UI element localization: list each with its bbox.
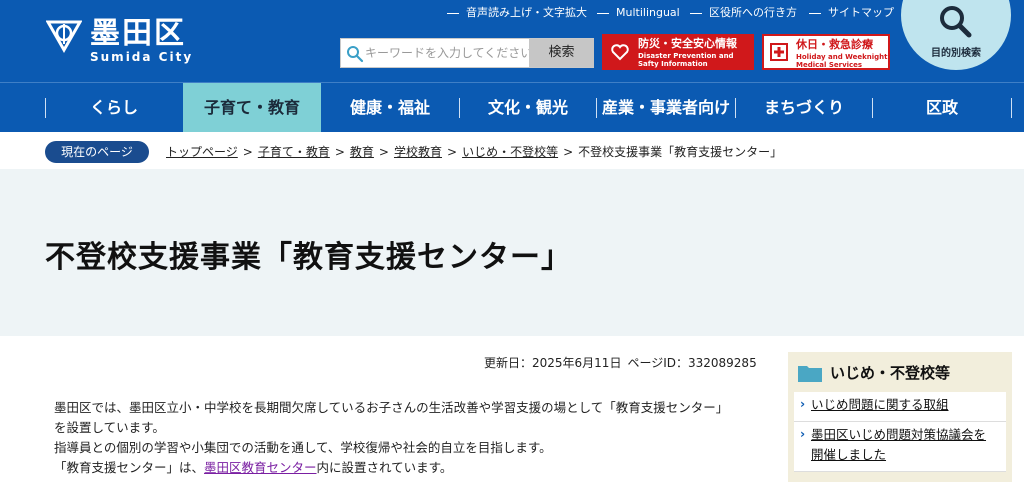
search-input[interactable]: [365, 39, 543, 67]
side-menu-item: 墨田区いじめ問題対策協議会を開催しました: [794, 422, 1006, 472]
hospital-icon: [770, 43, 788, 61]
purpose-search-button[interactable]: 目的別検索: [901, 0, 1011, 70]
page-id: ページID：332089285: [627, 356, 757, 370]
logo-text-ja: 墨田区: [90, 16, 186, 51]
disaster-info-banner[interactable]: 防災・安全安心情報 Disaster Prevention and Safty …: [602, 34, 754, 70]
updated-date: 更新日：2025年6月11日: [484, 356, 622, 370]
holiday-medical-banner[interactable]: 休日・救急診療 Holiday and Weeknight Medical Se…: [762, 34, 890, 70]
util-link-access[interactable]: 区役所への行き方: [690, 5, 797, 21]
breadcrumb: 現在のページ トップページ > 子育て・教育 > 教育 > 学校教育 > いじめ・不登校等 > 不登…: [0, 134, 1024, 168]
body-paragraph: 墨田区では、墨田区立小・中学校を長期間欠席しているお子さんの生活改善や学習支援の…: [54, 400, 729, 415]
nav-item-sangyo[interactable]: 産業・事業者向け: [597, 83, 735, 132]
global-nav: くらし 子育て・教育 健康・福祉 文化・観光 産業・事業者向け まちづくり 区政: [0, 82, 1024, 132]
breadcrumb-link-gakko[interactable]: 学校教育: [394, 145, 442, 159]
side-link-ijime-kyogikai[interactable]: 墨田区いじめ問題対策協議会を開催しました: [811, 427, 986, 462]
page-meta: 更新日：2025年6月11日 ページID：332089285: [484, 354, 763, 371]
nav-item-kusei[interactable]: 区政: [873, 83, 1011, 132]
purpose-search-label: 目的別検索: [931, 48, 981, 59]
holiday-banner-title: 休日・救急診療: [796, 38, 873, 51]
util-link-multilingual[interactable]: Multilingual: [597, 5, 680, 21]
search-form: 検索: [340, 38, 594, 68]
breadcrumb-current: 不登校支援事業「教育支援センター」: [578, 145, 783, 159]
breadcrumb-link-ijime[interactable]: いじめ・不登校等: [462, 145, 558, 159]
util-link-sitemap[interactable]: サイトマップ: [809, 5, 894, 21]
breadcrumb-trail: トップページ > 子育て・教育 > 教育 > 学校教育 > いじめ・不登校等 > 不登校支援事業「教…: [166, 145, 783, 159]
education-center-link[interactable]: 墨田区教育センター: [204, 460, 317, 475]
logo-text-en: Sumida City: [90, 50, 194, 64]
nav-item-kosodate[interactable]: 子育て・教育: [183, 83, 321, 132]
disaster-banner-title: 防災・安全安心情報: [638, 37, 737, 50]
magnifier-icon: [940, 6, 972, 38]
site-logo[interactable]: 墨田区 Sumida City: [46, 14, 206, 68]
breadcrumb-link-top[interactable]: トップページ: [166, 145, 238, 159]
nav-item-machizukuri[interactable]: まちづくり: [736, 83, 872, 132]
nav-item-kenko[interactable]: 健康・福祉: [321, 83, 459, 132]
page-title: 不登校支援事業「教育支援センター」: [45, 240, 572, 275]
holiday-banner-sub2: Medical Services: [796, 61, 863, 69]
side-link-ijime-torikumi[interactable]: いじめ問題に関する取組: [811, 397, 949, 412]
side-menu-item: いじめ問題に関する取組: [794, 392, 1006, 422]
breadcrumb-link-kosodate[interactable]: 子育て・教育: [258, 145, 330, 159]
body-paragraph: を設置しています。: [54, 420, 165, 435]
nav-item-bunka[interactable]: 文化・観光: [460, 83, 596, 132]
article-body: 墨田区では、墨田区立小・中学校を長期間欠席しているお子さんの生活改善や学習支援の…: [54, 398, 754, 478]
sumida-emblem-icon: [46, 20, 82, 54]
heart-icon: [611, 44, 629, 61]
holiday-banner-sub1: Holiday and Weeknight: [796, 53, 888, 61]
disaster-banner-sub2: Safty Information: [638, 60, 708, 68]
body-paragraph: 指導員との個別の学習や小集団での活動を通して、学校復帰や社会的自立を目指します。: [54, 440, 552, 455]
side-menu-title: いじめ・不登校等: [830, 364, 951, 382]
side-menu-list: いじめ問題に関する取組 墨田区いじめ問題対策協議会を開催しました: [794, 392, 1006, 472]
side-menu: いじめ・不登校等 いじめ問題に関する取組 墨田区いじめ問題対策協議会を開催しまし…: [788, 352, 1012, 482]
page-title-band: 不登校支援事業「教育支援センター」: [0, 169, 1024, 336]
breadcrumb-link-kyoiku[interactable]: 教育: [350, 145, 374, 159]
search-icon: [347, 46, 364, 63]
current-page-badge: 現在のページ: [45, 141, 149, 163]
search-button[interactable]: 検索: [529, 39, 594, 67]
disaster-banner-sub1: Disaster Prevention and: [638, 52, 734, 60]
nav-divider: [1011, 98, 1012, 118]
nav-item-kurashi[interactable]: くらし: [46, 83, 182, 132]
body-paragraph: 「教育支援センター」は、墨田区教育センター内に設置されています。: [54, 460, 453, 475]
folder-icon: [798, 366, 822, 382]
util-link-speech[interactable]: 音声読み上げ・文字拡大: [447, 5, 587, 21]
site-header: 墨田区 Sumida City 音声読み上げ・文字拡大 Multilingual…: [0, 0, 1024, 82]
